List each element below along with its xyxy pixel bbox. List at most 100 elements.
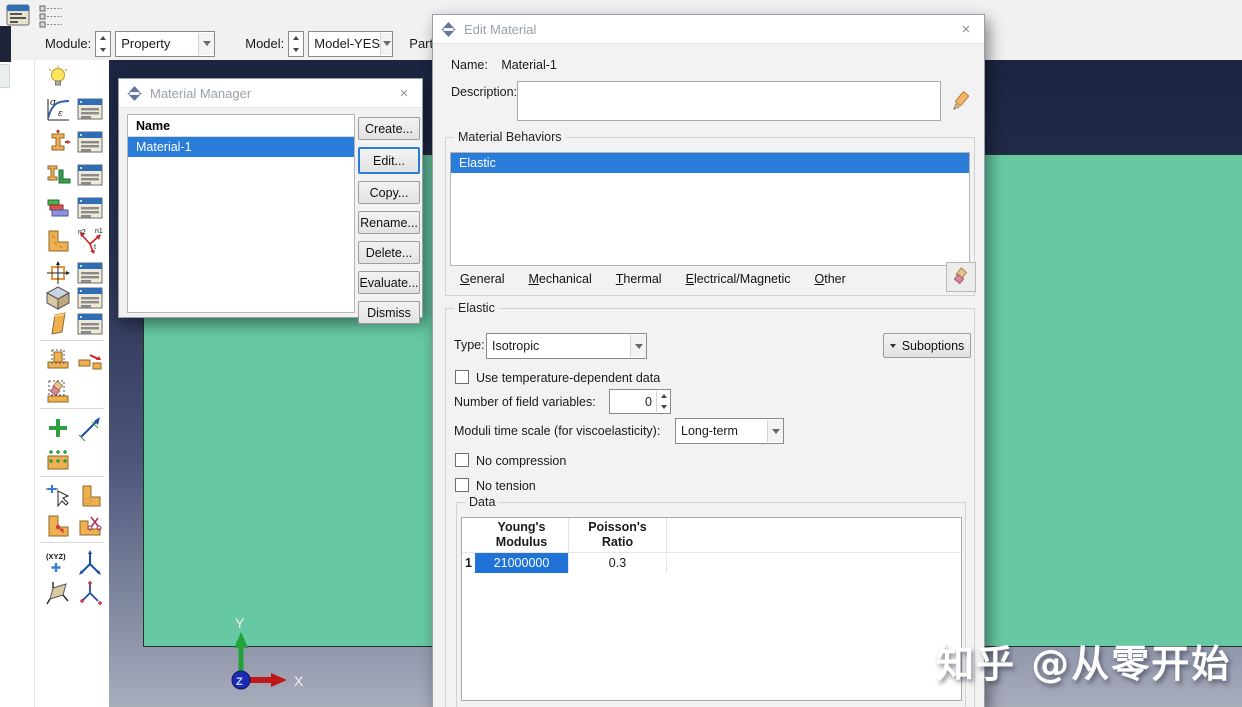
model-select[interactable]: Model-YES <box>308 30 394 57</box>
poisson-ratio-cell[interactable]: 0.3 <box>569 553 667 573</box>
l-bracket-icon[interactable] <box>44 227 72 255</box>
rename-button[interactable]: Rename... <box>358 211 420 234</box>
edit-material-titlebar[interactable]: Edit Material × <box>433 15 984 44</box>
skin-manager-icon[interactable] <box>76 310 104 338</box>
cube-manager-icon[interactable] <box>76 284 104 312</box>
close-icon[interactable]: × <box>956 21 976 38</box>
create-section-icon[interactable] <box>44 128 72 156</box>
group-legend: Elastic <box>454 301 499 315</box>
layup-manager-icon[interactable] <box>76 194 104 222</box>
behavior-list-item[interactable]: Elastic <box>451 153 969 173</box>
green-plus-icon[interactable] <box>44 414 72 442</box>
module-select[interactable]: Property <box>115 30 216 57</box>
row-number: 1 <box>465 556 472 570</box>
temp-dependent-checkbox[interactable] <box>455 370 469 384</box>
no-compression-checkbox[interactable] <box>455 453 469 467</box>
axis-z-label: Z <box>236 676 243 688</box>
dialog-title: Edit Material <box>464 21 537 37</box>
arrow-down-icon <box>889 343 896 348</box>
moduli-select[interactable]: Long-term <box>675 418 784 444</box>
pencil-icon[interactable] <box>947 87 975 115</box>
solid-cube-icon[interactable] <box>44 284 72 312</box>
background-window-edge <box>0 26 11 62</box>
no-tension-row[interactable]: No tension <box>455 478 536 493</box>
chevron-down-icon[interactable] <box>767 420 783 442</box>
elastic-group: Elastic Type: Isotropic Suboptions Use t… <box>445 301 975 707</box>
menu-general[interactable]: General <box>460 272 504 286</box>
menu-mechanical[interactable]: Mechanical <box>528 272 591 286</box>
svg-text:(XYZ): (XYZ) <box>46 552 66 561</box>
datum-csys-icon[interactable] <box>76 578 104 606</box>
edit-material-dialog: Edit Material × Name: Material-1 Descrip… <box>432 14 985 707</box>
create-button[interactable]: Create... <box>358 117 420 140</box>
dismiss-button[interactable]: Dismiss <box>358 301 420 324</box>
menu-other[interactable]: Other <box>815 272 846 286</box>
toolbar-icon-group <box>6 3 86 33</box>
group-legend: Data <box>465 495 500 509</box>
material-list[interactable]: Name Material-1 <box>127 114 355 313</box>
svg-text:ε: ε <box>58 109 63 119</box>
edit-button[interactable]: Edit... <box>358 147 420 174</box>
table-row[interactable]: 1 21000000 0.3 <box>462 552 961 573</box>
module-spinner[interactable] <box>95 30 112 57</box>
young-modulus-cell[interactable]: 21000000 <box>475 553 569 573</box>
l-section-icon[interactable] <box>44 512 72 540</box>
beam-manager-icon[interactable] <box>76 259 104 287</box>
type-select[interactable]: Isotropic <box>486 333 647 359</box>
menu-thermal[interactable]: Thermal <box>616 272 662 286</box>
create-profile-icon[interactable] <box>44 161 72 189</box>
group-legend: Material Behaviors <box>454 130 566 144</box>
suboptions-button[interactable]: Suboptions <box>883 333 971 358</box>
create-layup-icon[interactable] <box>44 194 72 222</box>
skin-plane-icon[interactable] <box>44 310 72 338</box>
cursor-plus-icon[interactable] <box>44 482 72 510</box>
copy-button[interactable]: Copy... <box>358 181 420 204</box>
chevron-down-icon[interactable] <box>630 335 646 357</box>
no-compression-row[interactable]: No compression <box>455 453 566 468</box>
model-tree-icon[interactable] <box>38 3 64 29</box>
evaluate-button[interactable]: Evaluate... <box>358 271 420 294</box>
svg-text:t: t <box>94 244 96 251</box>
description-label: Description: <box>451 85 517 99</box>
delete-button[interactable]: Delete... <box>358 241 420 264</box>
axis-x-label: X <box>294 673 304 689</box>
field-vars-stepper[interactable]: 0 <box>609 389 671 414</box>
temp-dependent-row[interactable]: Use temperature-dependent data <box>455 370 660 385</box>
description-input[interactable] <box>517 81 941 121</box>
xyz-point-icon[interactable]: (XYZ) <box>44 548 72 576</box>
behaviors-menubar: General Mechanical Thermal Electrical/Magne… <box>450 266 948 291</box>
datum-arrow-icon[interactable] <box>76 414 104 442</box>
name-value: Material-1 <box>501 58 557 72</box>
datum-axis-icon[interactable] <box>76 548 104 576</box>
l-scissors-icon[interactable] <box>76 512 104 540</box>
assign-section-icon[interactable] <box>44 346 72 374</box>
model-spinner[interactable] <box>288 30 305 57</box>
light-bulb-icon[interactable] <box>44 64 72 92</box>
beam-orientation-icon[interactable] <box>44 259 72 287</box>
create-material-icon[interactable]: σε <box>44 95 72 123</box>
l-corner-icon[interactable] <box>76 482 104 510</box>
datum-plane-icon[interactable] <box>44 578 72 606</box>
no-tension-checkbox[interactable] <box>455 478 469 492</box>
material-manager-icon[interactable] <box>76 95 104 123</box>
material-manager-titlebar[interactable]: Material Manager × <box>119 79 422 108</box>
chevron-down-icon[interactable] <box>198 32 215 55</box>
menu-electrical-magnetic[interactable]: Electrical/Magnetic <box>686 272 791 286</box>
profile-manager-icon[interactable] <box>76 161 104 189</box>
material-list-item[interactable]: Material-1 <box>128 137 354 157</box>
list-header: Name <box>128 115 354 137</box>
close-icon[interactable]: × <box>394 85 414 102</box>
name-label: Name: <box>451 58 488 72</box>
eraser-icon[interactable] <box>946 262 976 292</box>
moduli-label: Moduli time scale (for viscoelasticity): <box>454 424 661 438</box>
split-block-icon[interactable] <box>76 346 104 374</box>
data-table[interactable]: Young's Modulus Poisson's Ratio 1 21000000 0.… <box>461 517 962 701</box>
material-orientation-icon[interactable]: n2 n1 t <box>76 227 104 255</box>
seeded-block-icon[interactable] <box>44 446 72 474</box>
column-header: Poisson's Ratio <box>569 518 667 552</box>
behaviors-list[interactable]: Elastic <box>450 152 970 266</box>
eraser-block-icon[interactable] <box>44 378 72 406</box>
axis-y-label: Y <box>235 615 245 631</box>
chevron-down-icon[interactable] <box>380 32 393 55</box>
section-manager-icon[interactable] <box>76 128 104 156</box>
